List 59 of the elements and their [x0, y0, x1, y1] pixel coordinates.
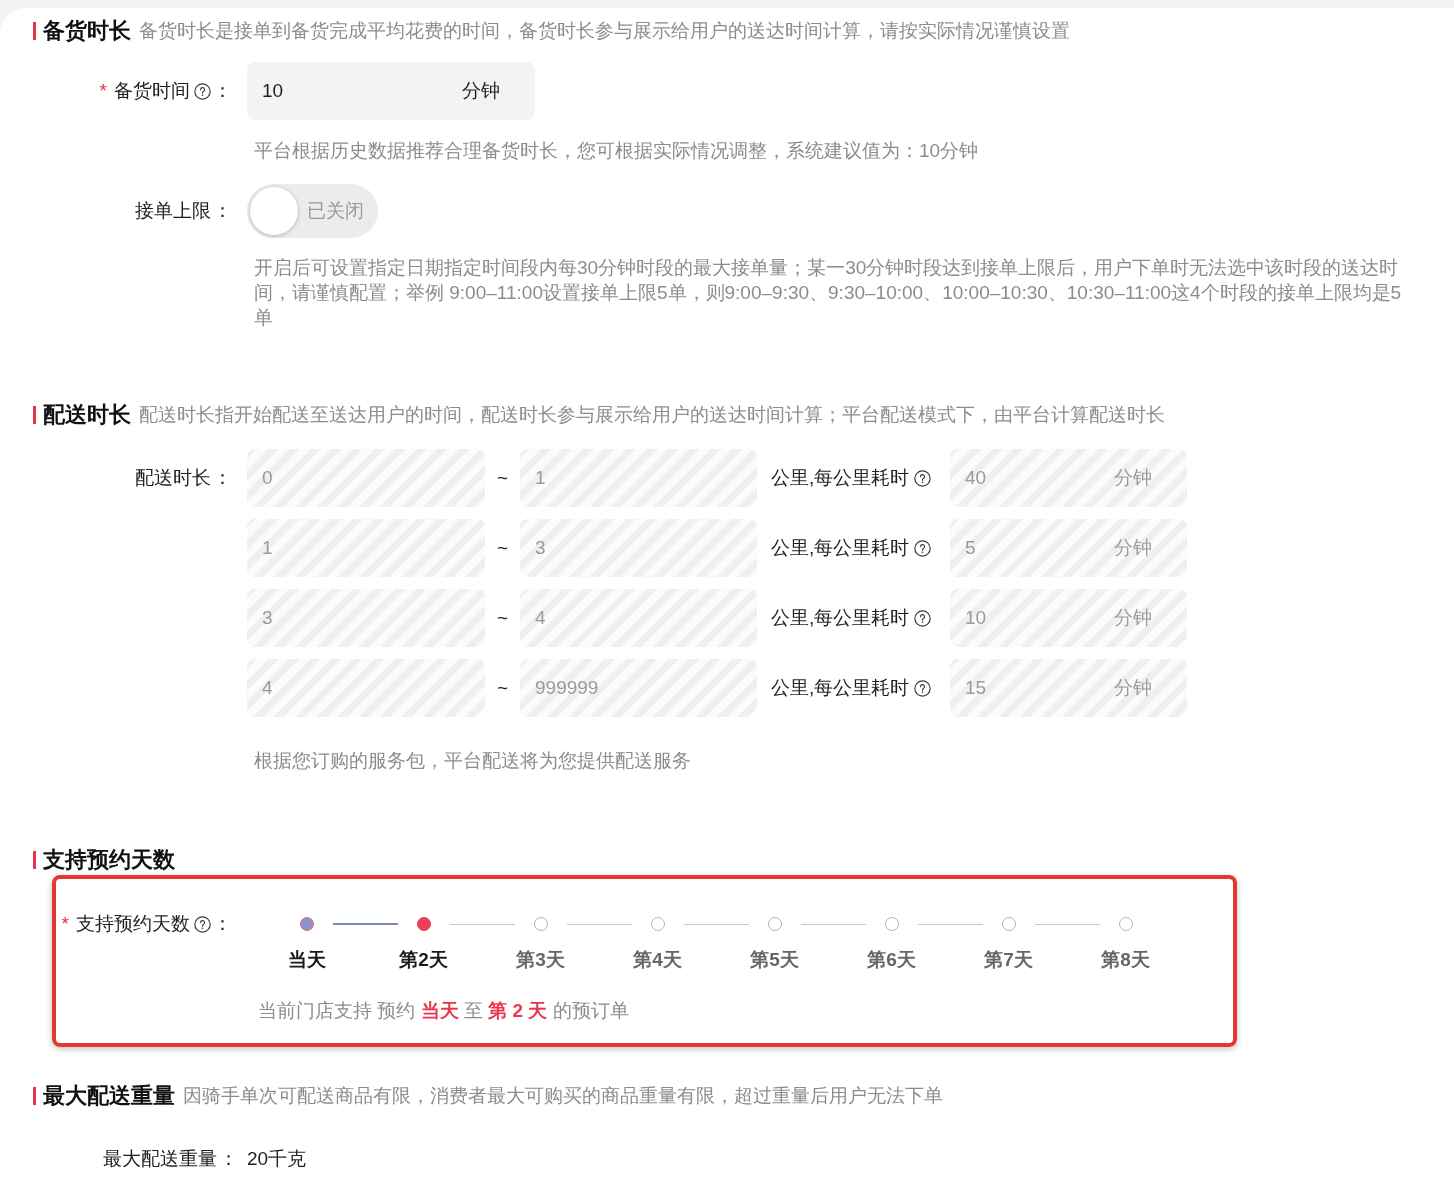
per-km-label: 公里,每公里耗时 [771, 605, 910, 630]
unit-label: 分钟 [1114, 605, 1152, 630]
day-label[interactable]: 第4天 [633, 948, 682, 972]
section-title: 配送时长 [43, 402, 131, 428]
step-connector [333, 923, 398, 925]
day-label[interactable]: 第7天 [984, 948, 1033, 972]
label-colon: ： [213, 912, 232, 936]
unit-label: 分钟 [1114, 535, 1152, 560]
reservation-summary: 当前门店支持 预约 当天 至 第 2 天 的预订单 [258, 999, 629, 1023]
section-marker [33, 406, 36, 424]
required-mark: * [61, 912, 69, 936]
section-marker [33, 851, 36, 869]
field-hint: 开启后可设置指定日期指定时间段内每30分钟时段的最大接单量；某一30分钟时段达到接单上限后，用户下单时无法选中该时段的送达时间，请谨慎配置；举例 9:00–11:00设置接单上限5单，则9:00–9:30、9:30–10:00、10:00–10:30、10:30–11:00这4个时段的接单上限均是5单 [254, 256, 1403, 330]
label-colon: ： [219, 1147, 238, 1171]
switch-knob-icon [250, 187, 298, 235]
day-label[interactable]: 第8天 [1101, 948, 1150, 972]
unit-label: 分钟 [1114, 465, 1152, 490]
range-separator: ~ [495, 675, 510, 700]
section-marker [33, 1087, 36, 1105]
per-km-label: 公里,每公里耗时 [771, 675, 910, 700]
unit-label: 分钟 [1114, 675, 1152, 700]
label-colon: ： [213, 79, 232, 103]
field-label: 最大配送重量 [103, 1147, 217, 1171]
field-hint: 根据您订购的服务包，平台配送将为您提供配送服务 [254, 749, 691, 773]
step-connector [1035, 923, 1100, 925]
required-mark: * [99, 79, 107, 103]
field-label: 备货时间 [114, 79, 190, 103]
day-label[interactable]: 第3天 [516, 948, 565, 972]
per-km-label: 公里,每公里耗时 [771, 465, 910, 490]
field-label: 支持预约天数 [76, 912, 190, 936]
step-connector [801, 923, 866, 925]
field-label: 配送时长 [135, 466, 211, 490]
max-weight-value: 20千克 [247, 1147, 307, 1171]
day-label[interactable]: 第2天 [399, 948, 448, 972]
section-description: 因骑手单次可配送商品有限，消费者最大可购买的商品重量有限，超过重量后用户无法下单 [183, 1084, 943, 1108]
range-separator: ~ [495, 605, 510, 630]
label-colon: ： [213, 466, 232, 490]
range-separator: ~ [495, 535, 510, 560]
day-label[interactable]: 第5天 [750, 948, 799, 972]
unit-label: 分钟 [462, 78, 500, 103]
section-title: 备货时长 [43, 18, 131, 44]
section-marker [33, 22, 36, 40]
section-title: 最大配送重量 [43, 1083, 175, 1109]
section-title: 支持预约天数 [43, 847, 175, 873]
day-label[interactable]: 当天 [287, 948, 326, 972]
section-description: 备货时长是接单到备货完成平均花费的时间，备货时长参与展示给用户的送达时间计算，请按实际情况谨慎设置 [139, 19, 1070, 43]
field-hint: 平台根据历史数据推荐合理备货时长，您可根据实际情况调整，系统建议值为：10分钟 [254, 139, 979, 163]
per-km-label: 公里,每公里耗时 [771, 535, 910, 560]
field-label: 接单上限 [135, 199, 211, 223]
step-connector [684, 923, 749, 925]
toggle-switch[interactable]: 已关闭 [247, 184, 378, 238]
step-connector [567, 923, 632, 925]
section-description: 配送时长指开始配送至送达用户的时间，配送时长参与展示给用户的送达时间计算；平台配送模式下，由平台计算配送时长 [139, 403, 1165, 427]
range-separator: ~ [495, 465, 510, 490]
label-colon: ： [213, 199, 232, 223]
day-label[interactable]: 第6天 [867, 948, 916, 972]
step-connector [450, 923, 515, 925]
prep-time-field[interactable]: 10 分钟 [247, 62, 535, 120]
step-connector [918, 923, 983, 925]
